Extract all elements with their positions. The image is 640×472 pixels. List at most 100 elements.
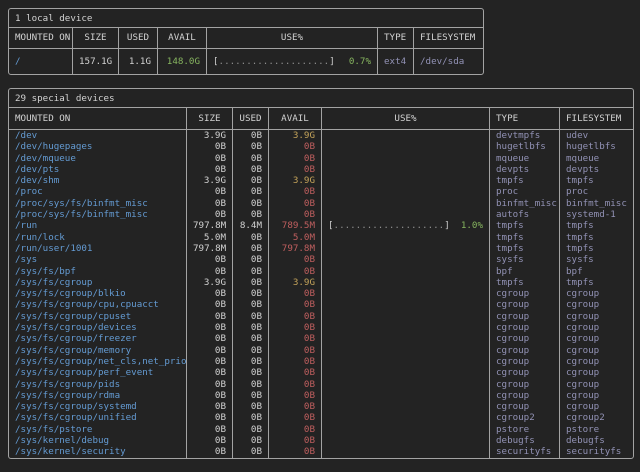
avail-cell: 0B [269,379,322,390]
used-cell: 0B [233,435,269,446]
type-cell: cgroup [490,367,560,378]
use-percent-cell [322,141,490,152]
local-devices-header: MOUNTED ONSIZEUSEDAVAILUSE%TYPEFILESYSTE… [9,28,483,49]
avail-cell: 0B [269,401,322,412]
filesystem-cell: tmpfs [560,232,633,243]
avail-cell: 0B [269,288,322,299]
type-cell: cgroup [490,379,560,390]
column-header-avail: AVAIL [158,28,207,48]
special-devices-body: /dev3.9G0B3.9Gdevtmpfsudev/dev/hugepages… [9,130,633,458]
table-row: /dev/mqueue0B0B0Bmqueuemqueue [9,153,633,164]
used-cell: 0B [233,412,269,423]
mount-point-cell: /dev/hugepages [9,141,187,152]
column-header-filesystem: FILESYSTEM [414,28,483,48]
avail-cell: 0B [269,299,322,310]
use-percent-cell [322,446,490,457]
use-percent-cell [322,266,490,277]
avail-cell: 0B [269,311,322,322]
column-header-type: TYPE [490,108,560,129]
use-percent-cell [322,379,490,390]
use-percent-cell [322,412,490,423]
filesystem-cell: tmpfs [560,175,633,186]
type-cell: cgroup [490,401,560,412]
use-percent-cell: [....................]1.0% [322,220,490,231]
mount-point-cell: /sys/fs/cgroup [9,277,187,288]
used-cell: 0B [233,401,269,412]
local-devices-table: 1 local device MOUNTED ONSIZEUSEDAVAILUS… [8,8,484,75]
table-row: /run/user/1001797.8M0B797.8Mtmpfstmpfs [9,243,633,254]
filesystem-cell: cgroup2 [560,412,633,423]
special-devices-header: MOUNTED ONSIZEUSEDAVAILUSE%TYPEFILESYSTE… [9,108,633,130]
column-header-use-: USE% [322,108,490,129]
size-cell: 0B [187,333,233,344]
type-cell: devpts [490,164,560,175]
filesystem-cell: cgroup [560,333,633,344]
mount-point-cell: /sys/fs/cgroup/pids [9,379,187,390]
filesystem-cell: cgroup [560,322,633,333]
column-header-size: SIZE [73,28,119,48]
mount-point-cell: /dev/mqueue [9,153,187,164]
table-row: /sys/fs/cgroup/perf_event0B0B0Bcgroupcgr… [9,367,633,378]
mount-point-cell: /dev [9,130,187,141]
use-percent-cell [322,198,490,209]
filesystem-cell: cgroup [560,390,633,401]
type-cell: tmpfs [490,175,560,186]
type-cell: tmpfs [490,220,560,231]
type-cell: sysfs [490,254,560,265]
mount-point-cell: / [9,49,73,74]
filesystem-cell: udev [560,130,633,141]
column-header-mounted-on: MOUNTED ON [9,108,187,129]
mount-point-cell: /sys/fs/cgroup/perf_event [9,367,187,378]
avail-cell: 0B [269,424,322,435]
size-cell: 0B [187,198,233,209]
used-cell: 0B [233,288,269,299]
filesystem-cell: cgroup [560,288,633,299]
used-cell: 0B [233,424,269,435]
type-cell: cgroup [490,390,560,401]
mount-point-cell: /run/user/1001 [9,243,187,254]
terminal-screen: { "colors": { "background": "#232323", "… [0,0,640,472]
size-cell: 0B [187,141,233,152]
table-row: /sys/fs/cgroup3.9G0B3.9Gtmpfstmpfs [9,277,633,288]
table-row: /sys/fs/cgroup/rdma0B0B0Bcgroupcgroup [9,390,633,401]
used-cell: 0B [233,141,269,152]
avail-cell: 0B [269,186,322,197]
avail-cell: 0B [269,164,322,175]
filesystem-cell: tmpfs [560,243,633,254]
filesystem-cell: devpts [560,164,633,175]
special-devices-table: 29 special devices MOUNTED ONSIZEUSEDAVA… [8,88,634,459]
mount-point-cell: /dev/shm [9,175,187,186]
use-percent-cell [322,243,490,254]
avail-cell: 3.9G [269,175,322,186]
table-row: /sys/fs/cgroup/freezer0B0B0Bcgroupcgroup [9,333,633,344]
filesystem-cell: sysfs [560,254,633,265]
size-cell: 0B [187,209,233,220]
table-row: /sys/fs/cgroup/systemd0B0B0Bcgroupcgroup [9,401,633,412]
column-header-used: USED [233,108,269,129]
mount-point-cell: /sys/fs/cgroup/memory [9,345,187,356]
size-cell: 0B [187,390,233,401]
type-cell: cgroup [490,333,560,344]
use-percent-cell [322,232,490,243]
size-cell: 0B [187,254,233,265]
used-cell: 0B [233,356,269,367]
column-header-type: TYPE [378,28,414,48]
use-percent-cell [322,186,490,197]
type-cell: cgroup [490,345,560,356]
used-cell: 0B [233,186,269,197]
mount-point-cell: /dev/pts [9,164,187,175]
local-devices-title: 1 local device [9,9,483,28]
avail-cell: 0B [269,367,322,378]
use-percent-cell [322,390,490,401]
used-cell: 0B [233,277,269,288]
used-cell: 0B [233,243,269,254]
table-row: /sys/fs/cgroup/pids0B0B0Bcgroupcgroup [9,379,633,390]
table-row: /sys/kernel/security0B0B0Bsecurityfssecu… [9,446,633,457]
filesystem-cell: cgroup [560,379,633,390]
filesystem-cell: cgroup [560,311,633,322]
bar-dots: .................... [334,220,445,231]
size-cell: 0B [187,446,233,457]
avail-cell: 0B [269,412,322,423]
size-cell: 797.8M [187,220,233,231]
avail-cell: 0B [269,435,322,446]
